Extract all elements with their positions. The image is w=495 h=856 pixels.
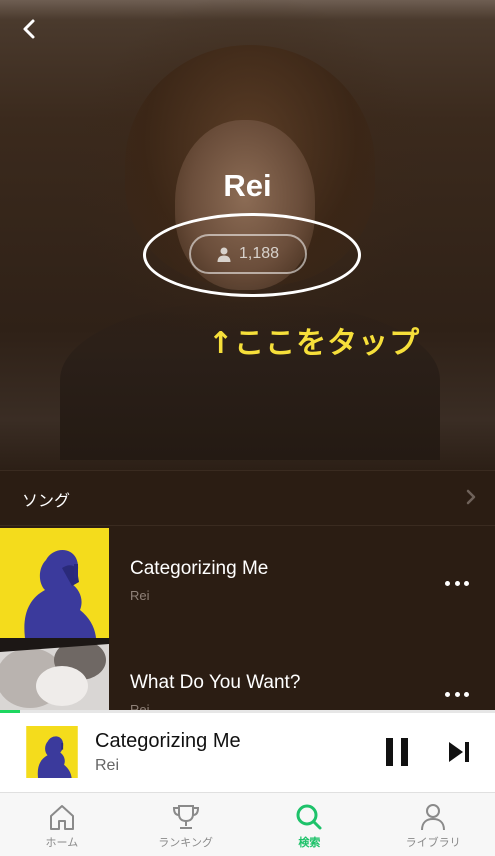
pause-button[interactable] [384, 736, 410, 768]
mini-player[interactable]: Categorizing Me Rei [0, 710, 495, 792]
home-icon [49, 805, 74, 830]
tab-label: ホーム [45, 836, 79, 849]
search-icon [296, 804, 322, 830]
person-icon [421, 804, 446, 831]
now-playing-artist: Rei [95, 757, 120, 774]
tab-search[interactable]: 検索 [248, 793, 372, 856]
follower-count-button[interactable]: 1,188 [189, 234, 307, 274]
person-icon [217, 247, 231, 262]
artist-hero: Rei 1,188 ↑ここをタップ [0, 0, 495, 470]
chevron-right-icon [466, 489, 476, 505]
back-button[interactable] [14, 14, 44, 44]
artist-name: Rei [223, 168, 272, 203]
song-row[interactable]: Categorizing Me Rei [0, 528, 495, 638]
tab-label: ライブラリ [405, 836, 461, 849]
song-row[interactable]: What Do You Want? Rei [0, 638, 495, 710]
progress-track [0, 710, 495, 713]
tab-ranking[interactable]: ランキング [124, 793, 248, 856]
tab-library[interactable]: ライブラリ [371, 793, 495, 856]
song-title: Categorizing Me [130, 558, 269, 579]
tab-label: ランキング [158, 836, 213, 849]
tab-label: 検索 [298, 836, 321, 849]
song-artwork [0, 528, 109, 638]
song-artist: Rei [130, 702, 150, 710]
songs-section-header[interactable]: ソング [0, 470, 495, 526]
more-options-button[interactable] [445, 685, 469, 703]
song-artwork [0, 638, 109, 710]
pause-icon [386, 738, 408, 766]
progress-fill [0, 710, 20, 713]
more-options-button[interactable] [445, 574, 469, 592]
now-playing-title: Categorizing Me [95, 730, 241, 752]
songs-section: ソング Categorizing Me Rei What Do You Want… [0, 470, 495, 710]
chevron-left-icon [23, 19, 35, 39]
follower-count: 1,188 [238, 245, 280, 262]
next-track-button[interactable] [446, 740, 472, 764]
section-title: ソング [22, 491, 71, 510]
annotation-text: ↑ここをタップ [208, 326, 421, 361]
skip-next-icon [449, 742, 469, 762]
song-title: What Do You Want? [130, 672, 301, 693]
song-artist: Rei [130, 588, 150, 603]
mini-player-artwork [26, 726, 78, 778]
trophy-icon [172, 805, 199, 829]
tab-home[interactable]: ホーム [0, 793, 124, 856]
bottom-tab-bar: ホーム ランキング 検索 ライブラリ [0, 792, 495, 856]
